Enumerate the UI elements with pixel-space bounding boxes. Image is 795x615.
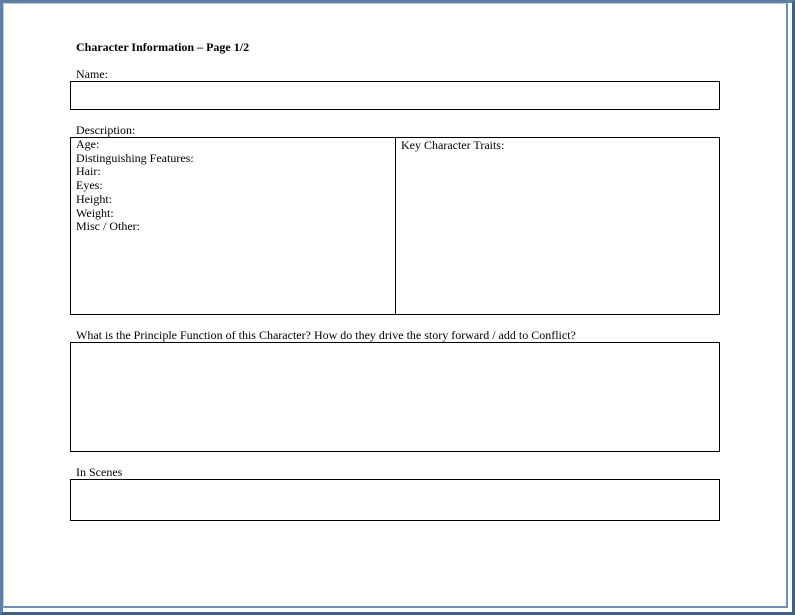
- function-answer-box[interactable]: [70, 342, 720, 452]
- eyes-label: Eyes:: [76, 178, 103, 193]
- page-title: Character Information – Page 1/2: [76, 40, 250, 54]
- age-label: Age:: [76, 137, 100, 151]
- hair-label: Hair:: [76, 164, 101, 179]
- traits-label: Key Character Traits:: [401, 138, 505, 152]
- description-label: Description:: [76, 123, 136, 137]
- function-question-label: What is the Principle Function of this C…: [76, 328, 576, 342]
- height-label: Height:: [76, 191, 112, 206]
- name-label: Name:: [76, 67, 108, 81]
- misc-other-label: Misc / Other:: [76, 219, 140, 234]
- name-field[interactable]: [70, 81, 720, 110]
- scenes-label: In Scenes: [76, 465, 123, 479]
- distinguishing-features-label: Distinguishing Features:: [76, 150, 194, 165]
- traits-box[interactable]: [395, 137, 720, 315]
- weight-label: Weight:: [76, 205, 114, 220]
- description-field-list: Age: Distinguishing Features: Hair: Eyes…: [76, 137, 194, 234]
- scenes-box[interactable]: [70, 479, 720, 521]
